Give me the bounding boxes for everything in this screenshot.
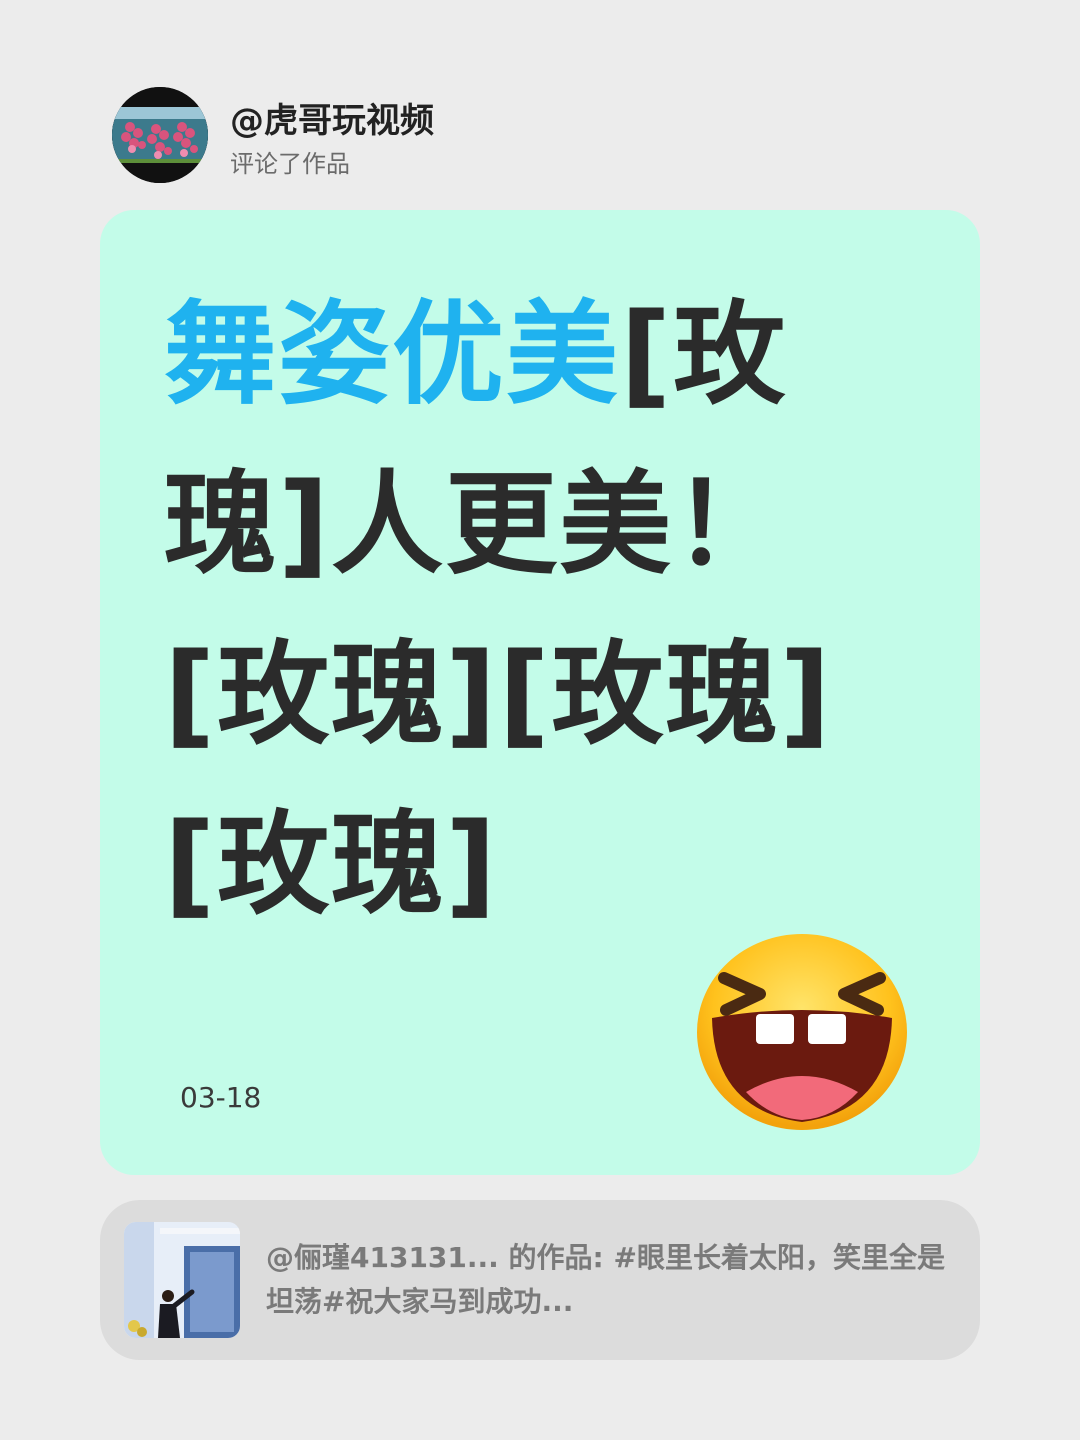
grape-photo-avatar-icon <box>112 87 208 183</box>
comment-highlight: 舞姿优美 <box>164 290 620 420</box>
action-label: 评论了作品 <box>230 150 350 178</box>
referenced-work[interactable]: @俪瑾413131... 的作品: #眼里长着太阳，笑里全是坦荡#祝大家马到成功… <box>100 1200 980 1360</box>
video-thumbnail-icon <box>124 1222 240 1338</box>
comment-card: 舞姿优美[玫瑰]人更美！[玫瑰][玫瑰][玫瑰] 03-18 <box>100 210 980 1175</box>
comment-date: 03-18 <box>180 1081 262 1114</box>
video-thumbnail[interactable] <box>124 1222 240 1338</box>
referenced-work-text: @俪瑾413131... 的作品: #眼里长着太阳，笑里全是坦荡#祝大家马到成功… <box>266 1241 945 1318</box>
comment-header: @虎哥玩视频 评论了作品 <box>112 87 434 183</box>
username[interactable]: @虎哥玩视频 <box>230 101 434 141</box>
header-text: @虎哥玩视频 评论了作品 <box>230 87 434 179</box>
laughing-emoji-icon <box>697 934 907 1130</box>
user-avatar[interactable] <box>112 87 208 183</box>
comment-text: 舞姿优美[玫瑰]人更美！[玫瑰][玫瑰][玫瑰] <box>164 270 884 950</box>
